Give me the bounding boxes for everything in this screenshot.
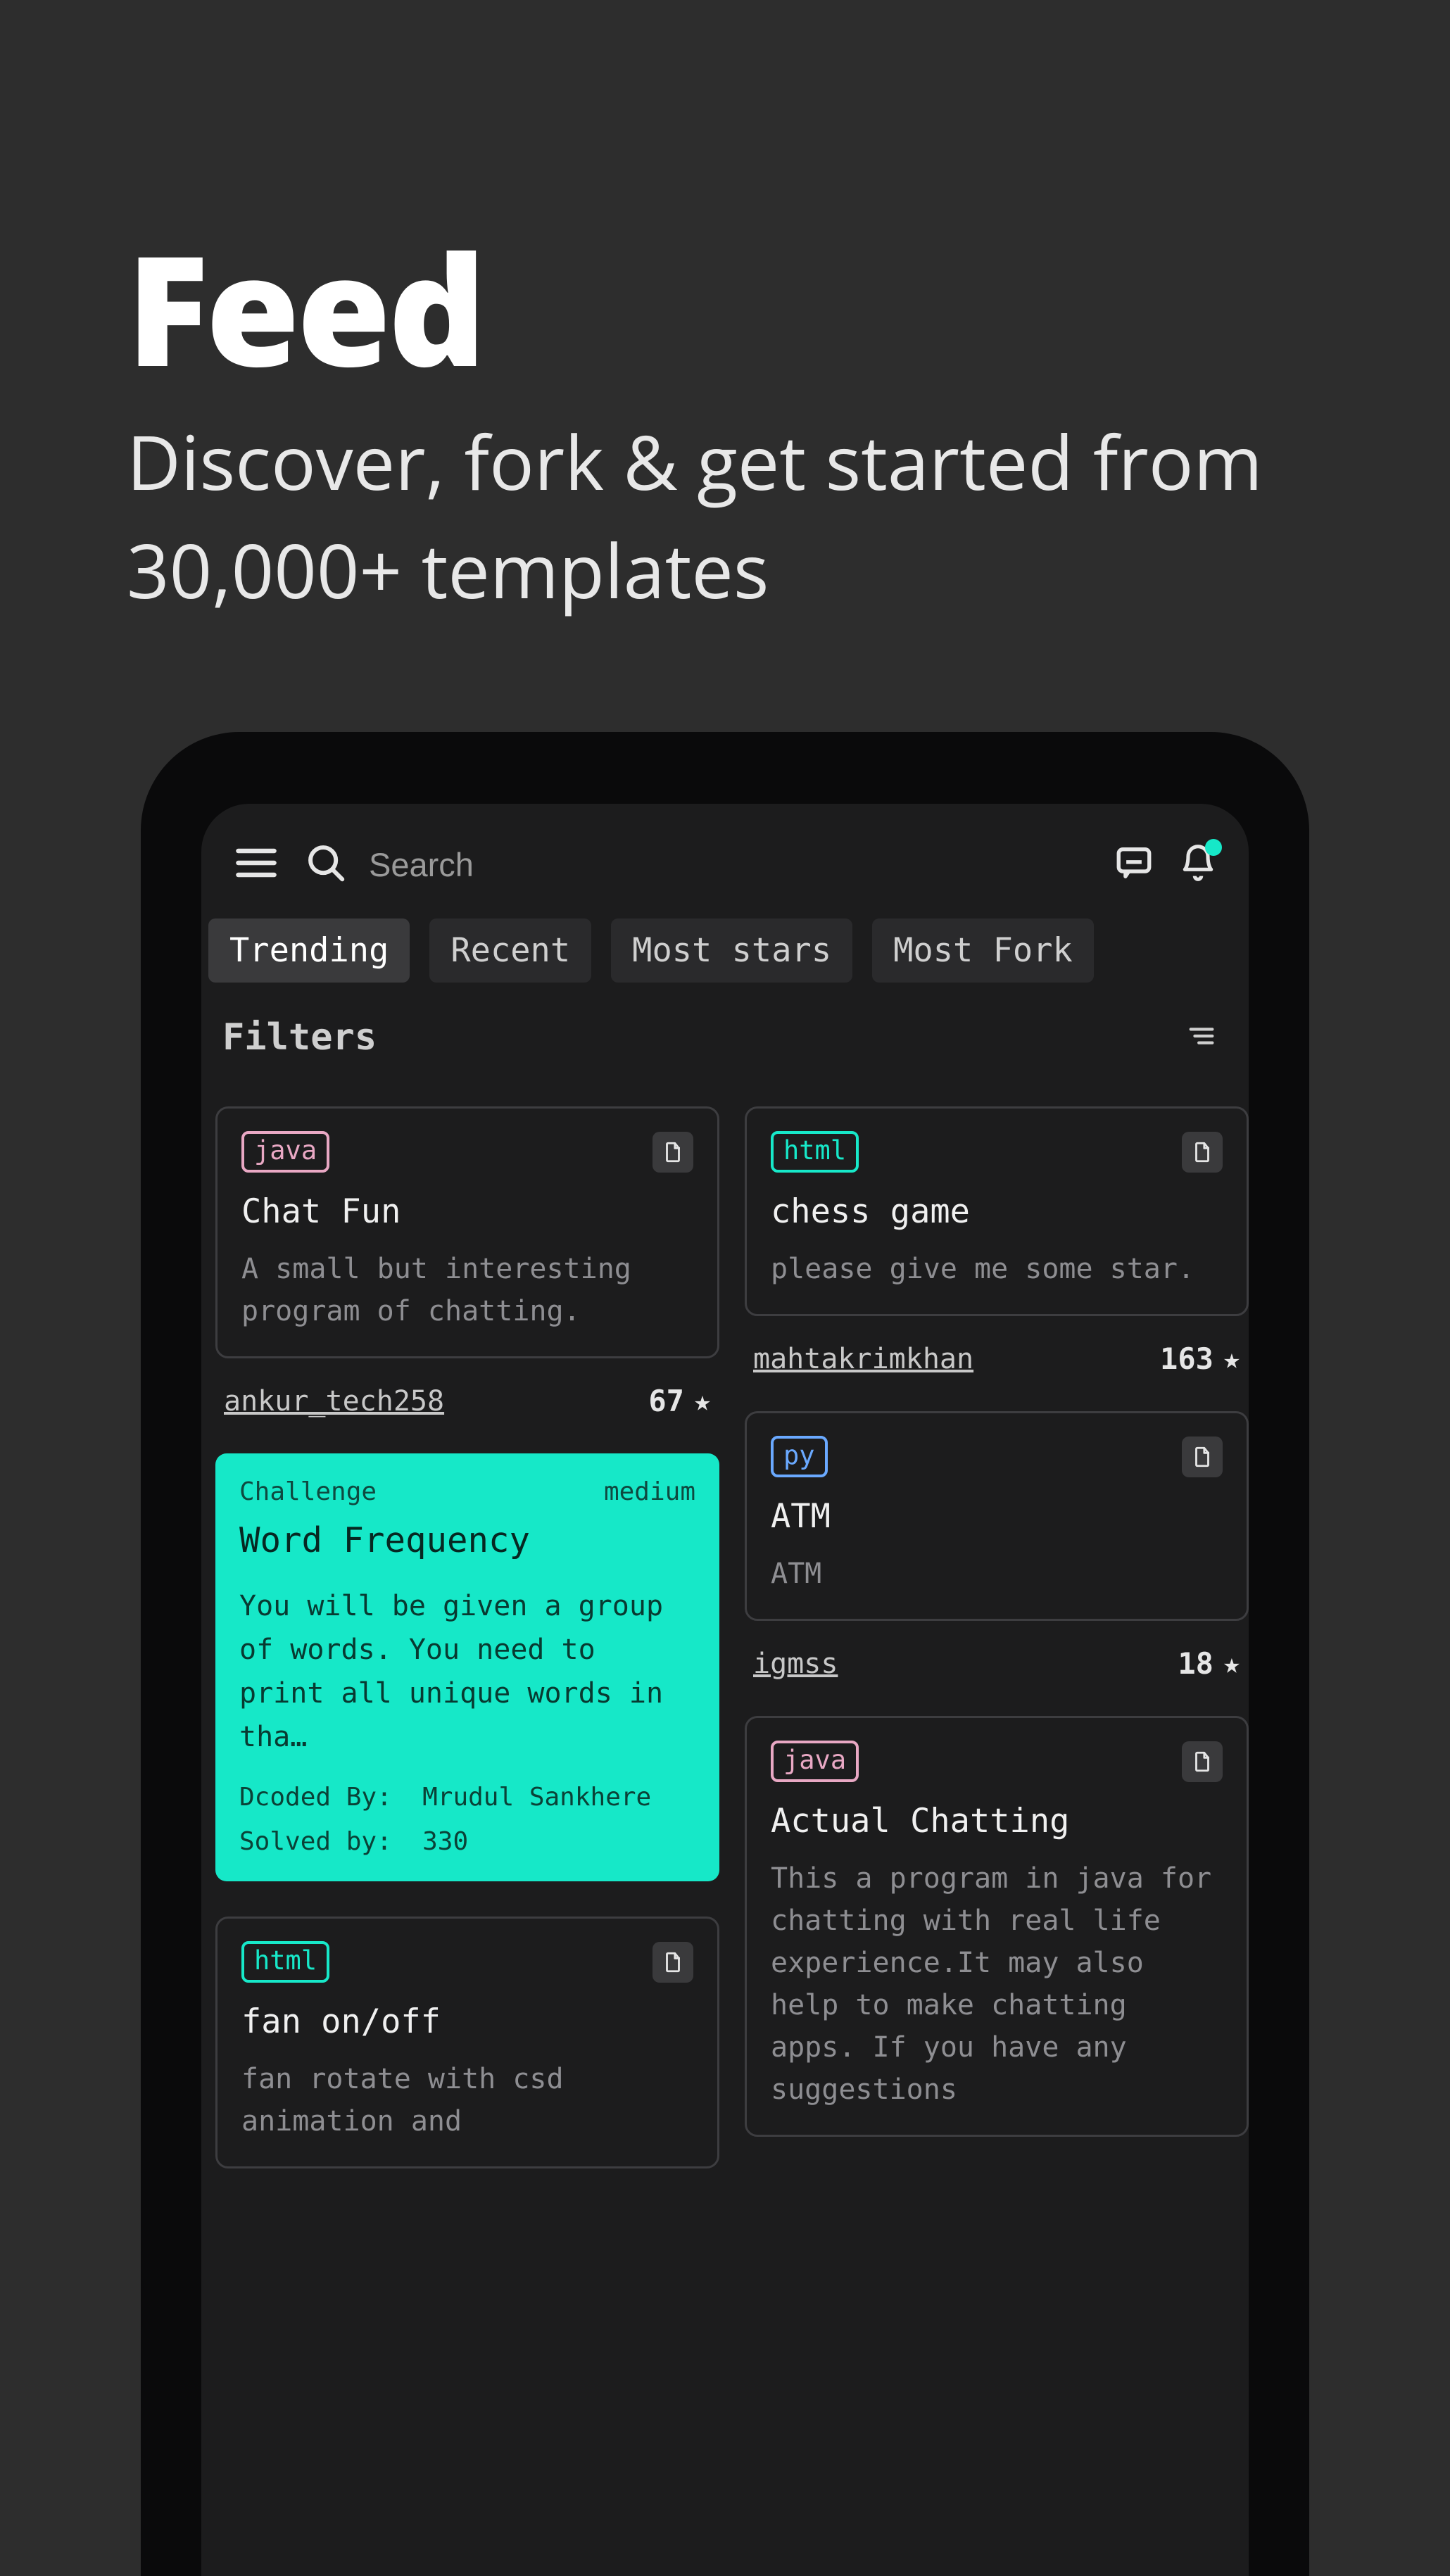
card-meta: igmss 18 ★ (745, 1631, 1249, 1681)
feed-card[interactable]: java Chat Fun A small but interesting pr… (215, 1106, 719, 1358)
lang-badge-html: html (241, 1941, 329, 1983)
card-title: fan on/off (241, 2002, 693, 2041)
tab-most-stars[interactable]: Most stars (611, 918, 852, 983)
card-title: Chat Fun (241, 1192, 693, 1231)
dcoded-label: Dcoded By: (239, 1783, 392, 1812)
card-author[interactable]: mahtakrimkhan (753, 1343, 973, 1375)
star-icon: ★ (1223, 1648, 1240, 1680)
card-desc: please give me some star. (771, 1248, 1223, 1290)
challenge-desc: You will be given a group of words. You … (239, 1584, 695, 1759)
challenge-tag: Challenge (239, 1477, 377, 1506)
notifications-button[interactable] (1178, 843, 1218, 886)
lang-badge-py: py (771, 1436, 828, 1477)
card-desc: A small but interesting program of chatt… (241, 1248, 693, 1332)
search-input[interactable] (369, 845, 1090, 884)
search-icon (304, 841, 348, 888)
card-title: Actual Chatting (771, 1802, 1223, 1841)
feed-card[interactable]: html chess game please give me some star… (745, 1106, 1249, 1316)
app-screen: Trending Recent Most stars Most Fork Fil… (201, 804, 1249, 2576)
chat-icon[interactable] (1114, 842, 1154, 887)
card-meta: mahtakrimkhan 163 ★ (745, 1326, 1249, 1376)
challenge-title: Word Frequency (239, 1520, 695, 1560)
notification-dot (1205, 839, 1222, 856)
card-author[interactable]: igmss (753, 1648, 838, 1680)
star-icon: ★ (694, 1385, 711, 1418)
challenge-card[interactable]: Challenge medium Word Frequency You will… (215, 1453, 719, 1881)
top-bar (201, 804, 1249, 918)
tab-most-forks[interactable]: Most Fork (872, 918, 1094, 983)
card-desc: ATM (771, 1553, 1223, 1595)
star-count: 163 (1160, 1341, 1213, 1376)
filters-icon[interactable] (1185, 1020, 1218, 1056)
tab-recent[interactable]: Recent (429, 918, 591, 983)
star-count: 67 (648, 1384, 684, 1418)
file-icon[interactable] (1182, 1741, 1223, 1782)
card-meta: ankur_tech258 67 ★ (215, 1368, 719, 1418)
card-desc: This a program in java for chatting with… (771, 1857, 1223, 2111)
feed-card[interactable]: py ATM ATM (745, 1411, 1249, 1621)
bell-icon (1178, 873, 1218, 886)
card-title: chess game (771, 1192, 1223, 1231)
search-field[interactable] (304, 841, 1090, 888)
feed-grid: java Chat Fun A small but interesting pr… (201, 1078, 1249, 2168)
dcoded-by: Mrudul Sankhere (422, 1783, 651, 1812)
file-icon[interactable] (1182, 1132, 1223, 1173)
challenge-level: medium (604, 1477, 695, 1506)
card-title: ATM (771, 1497, 1223, 1536)
tab-trending[interactable]: Trending (208, 918, 410, 983)
filters-label: Filters (222, 1016, 377, 1059)
card-stars: 67 ★ (648, 1384, 711, 1418)
file-icon[interactable] (1182, 1437, 1223, 1477)
file-icon[interactable] (652, 1132, 693, 1173)
solved-label: Solved by: (239, 1827, 392, 1856)
card-stars: 18 ★ (1178, 1646, 1240, 1681)
promo-subtitle: Discover, fork & get started from 30,000… (127, 408, 1450, 624)
card-desc: fan rotate with csd animation and (241, 2058, 693, 2142)
feed-col-left: java Chat Fun A small but interesting pr… (215, 1106, 719, 2168)
tabs: Trending Recent Most stars Most Fork (201, 918, 1249, 983)
star-count: 18 (1178, 1646, 1213, 1681)
solved-by: 330 (422, 1827, 468, 1856)
file-icon[interactable] (652, 1942, 693, 1983)
lang-badge-java: java (241, 1131, 329, 1173)
lang-badge-html: html (771, 1131, 859, 1173)
card-stars: 163 ★ (1160, 1341, 1240, 1376)
filters-row: Filters (201, 983, 1249, 1078)
feed-col-right: html chess game please give me some star… (745, 1106, 1249, 2168)
device-frame: Trending Recent Most stars Most Fork Fil… (141, 732, 1309, 2576)
challenge-solved: Solved by: 330 (239, 1827, 695, 1856)
menu-icon[interactable] (232, 839, 280, 890)
lang-badge-java: java (771, 1741, 859, 1782)
promo-title: Feed (127, 204, 483, 411)
feed-card[interactable]: java Actual Chatting This a program in j… (745, 1716, 1249, 2137)
challenge-dcoded: Dcoded By: Mrudul Sankhere (239, 1783, 695, 1812)
star-icon: ★ (1223, 1343, 1240, 1375)
card-author[interactable]: ankur_tech258 (224, 1385, 444, 1418)
feed-card[interactable]: html fan on/off fan rotate with csd anim… (215, 1917, 719, 2168)
